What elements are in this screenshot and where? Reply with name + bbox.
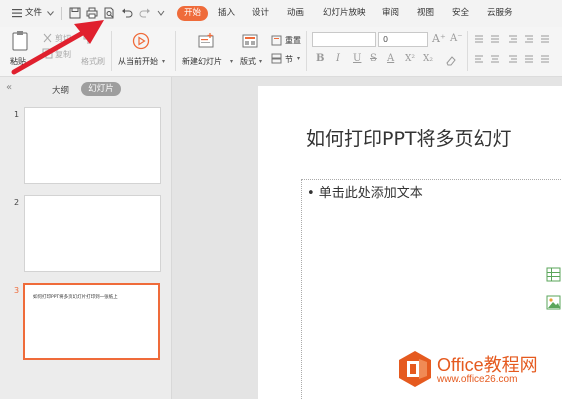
ribbon-toolbar: 粘贴 ▾ 剪切 复制 格式刷 从当前开始 ▾ 新建幻灯片 ▾ 版式 ▾ 重置 节… xyxy=(0,27,562,77)
section-label[interactable]: 节 xyxy=(285,54,293,65)
section-dropdown-icon[interactable]: ▾ xyxy=(297,55,300,62)
from-current-dropdown-icon[interactable]: ▾ xyxy=(162,58,165,65)
paste-label[interactable]: 粘贴 xyxy=(10,56,26,67)
italic-icon[interactable]: I xyxy=(336,53,340,64)
from-current-label[interactable]: 从当前开始 xyxy=(118,56,158,67)
ribbon-divider xyxy=(175,31,176,71)
decrease-font-icon[interactable]: A⁻ xyxy=(450,33,463,44)
layout-icon[interactable] xyxy=(242,34,258,48)
clear-format-icon[interactable] xyxy=(445,55,457,66)
thumbnail-text: 如何打印PPT将多页幻灯片打印到一张纸上 xyxy=(33,295,118,300)
superscript-icon[interactable]: X² xyxy=(405,54,415,64)
slide-number: 1 xyxy=(14,110,20,119)
play-from-current-icon[interactable] xyxy=(132,32,150,50)
divider xyxy=(61,7,62,20)
new-slide-icon[interactable] xyxy=(197,32,215,50)
reset-label[interactable]: 重置 xyxy=(285,35,301,46)
layout-label[interactable]: 版式 xyxy=(240,56,256,67)
reset-icon[interactable] xyxy=(271,35,282,46)
slide-number: 3 xyxy=(14,286,20,295)
increase-font-icon[interactable]: A⁺ xyxy=(432,32,446,45)
ribbon-divider xyxy=(467,31,468,71)
content-placeholder-text: • 单击此处添加文本 xyxy=(307,186,423,201)
tab-animation[interactable]: 动画 xyxy=(287,6,304,21)
undo-icon[interactable] xyxy=(121,7,133,19)
font-name-combo[interactable] xyxy=(312,32,376,47)
customize-chevron-icon[interactable] xyxy=(157,10,165,16)
font-size-combo[interactable]: 0 xyxy=(378,32,428,47)
insert-table-icon[interactable] xyxy=(545,266,562,283)
hamburger-menu-icon[interactable] xyxy=(12,8,23,18)
new-slide-dropdown-icon[interactable]: ▾ xyxy=(230,58,233,65)
slide-thumbnail[interactable] xyxy=(24,107,161,184)
tab-review[interactable]: 审阅 xyxy=(382,6,399,21)
tab-start[interactable]: 开始 xyxy=(177,6,208,21)
slide-number: 2 xyxy=(14,198,20,207)
cut-icon[interactable] xyxy=(42,33,53,44)
ribbon-divider xyxy=(306,31,307,71)
menu-bar: 文件 开始 插入 设计 动画 幻灯片放映 审阅 视图 安全 云服务 xyxy=(0,0,562,27)
subscript-icon[interactable]: X₂ xyxy=(423,54,433,64)
copy-label[interactable]: 复制 xyxy=(55,49,71,60)
format-painter-label[interactable]: 格式刷 xyxy=(81,56,105,67)
tab-view[interactable]: 视图 xyxy=(417,6,434,21)
redo-icon[interactable] xyxy=(139,7,151,19)
slide-title[interactable]: 如何打印PPT将多页幻灯 xyxy=(306,124,512,151)
tab-cloud[interactable]: 云服务 xyxy=(487,6,513,21)
tab-design[interactable]: 设计 xyxy=(252,6,269,21)
new-slide-label[interactable]: 新建幻灯片 xyxy=(182,56,222,67)
watermark-url: www.office26.com xyxy=(437,374,518,385)
paragraph-icons[interactable] xyxy=(473,34,562,68)
font-color-icon[interactable]: A xyxy=(387,53,394,64)
strikethrough-icon[interactable]: S xyxy=(370,53,377,64)
tab-insert[interactable]: 插入 xyxy=(218,6,235,21)
save-icon[interactable] xyxy=(69,7,81,19)
slide-thumbnail-selected[interactable]: 如何打印PPT将多页幻灯片打印到一张纸上 xyxy=(23,283,160,360)
collapse-panel-icon[interactable]: « xyxy=(6,82,12,93)
underline-icon[interactable]: U xyxy=(353,53,361,64)
print-icon[interactable] xyxy=(86,7,98,19)
watermark: Office教程网 www.office26.com xyxy=(395,349,557,391)
layout-dropdown-icon[interactable]: ▾ xyxy=(259,58,262,65)
print-preview-icon[interactable] xyxy=(103,7,115,19)
section-icon[interactable] xyxy=(271,53,282,64)
slide-panel: « 大纲 幻灯片 1 2 3 如何打印PPT将多页幻灯片打印到一张纸上 xyxy=(0,77,172,399)
paste-dropdown-icon[interactable]: ▾ xyxy=(32,58,35,65)
insert-picture-icon[interactable] xyxy=(545,294,562,311)
copy-icon[interactable] xyxy=(42,48,53,59)
tab-security[interactable]: 安全 xyxy=(452,6,469,21)
ribbon-divider xyxy=(111,31,112,71)
office-logo-icon xyxy=(399,351,431,387)
format-painter-icon[interactable] xyxy=(82,34,94,45)
cut-label[interactable]: 剪切 xyxy=(55,33,71,44)
tab-slideshow[interactable]: 幻灯片放映 xyxy=(323,6,366,21)
tab-outline[interactable]: 大纲 xyxy=(52,84,69,96)
paste-icon[interactable] xyxy=(10,30,30,52)
chevron-down-icon[interactable] xyxy=(47,11,54,16)
tab-slides[interactable]: 幻灯片 xyxy=(81,82,121,96)
slide-thumbnail[interactable] xyxy=(24,195,161,272)
bold-icon[interactable]: B xyxy=(316,53,324,64)
file-menu[interactable]: 文件 xyxy=(25,6,42,21)
